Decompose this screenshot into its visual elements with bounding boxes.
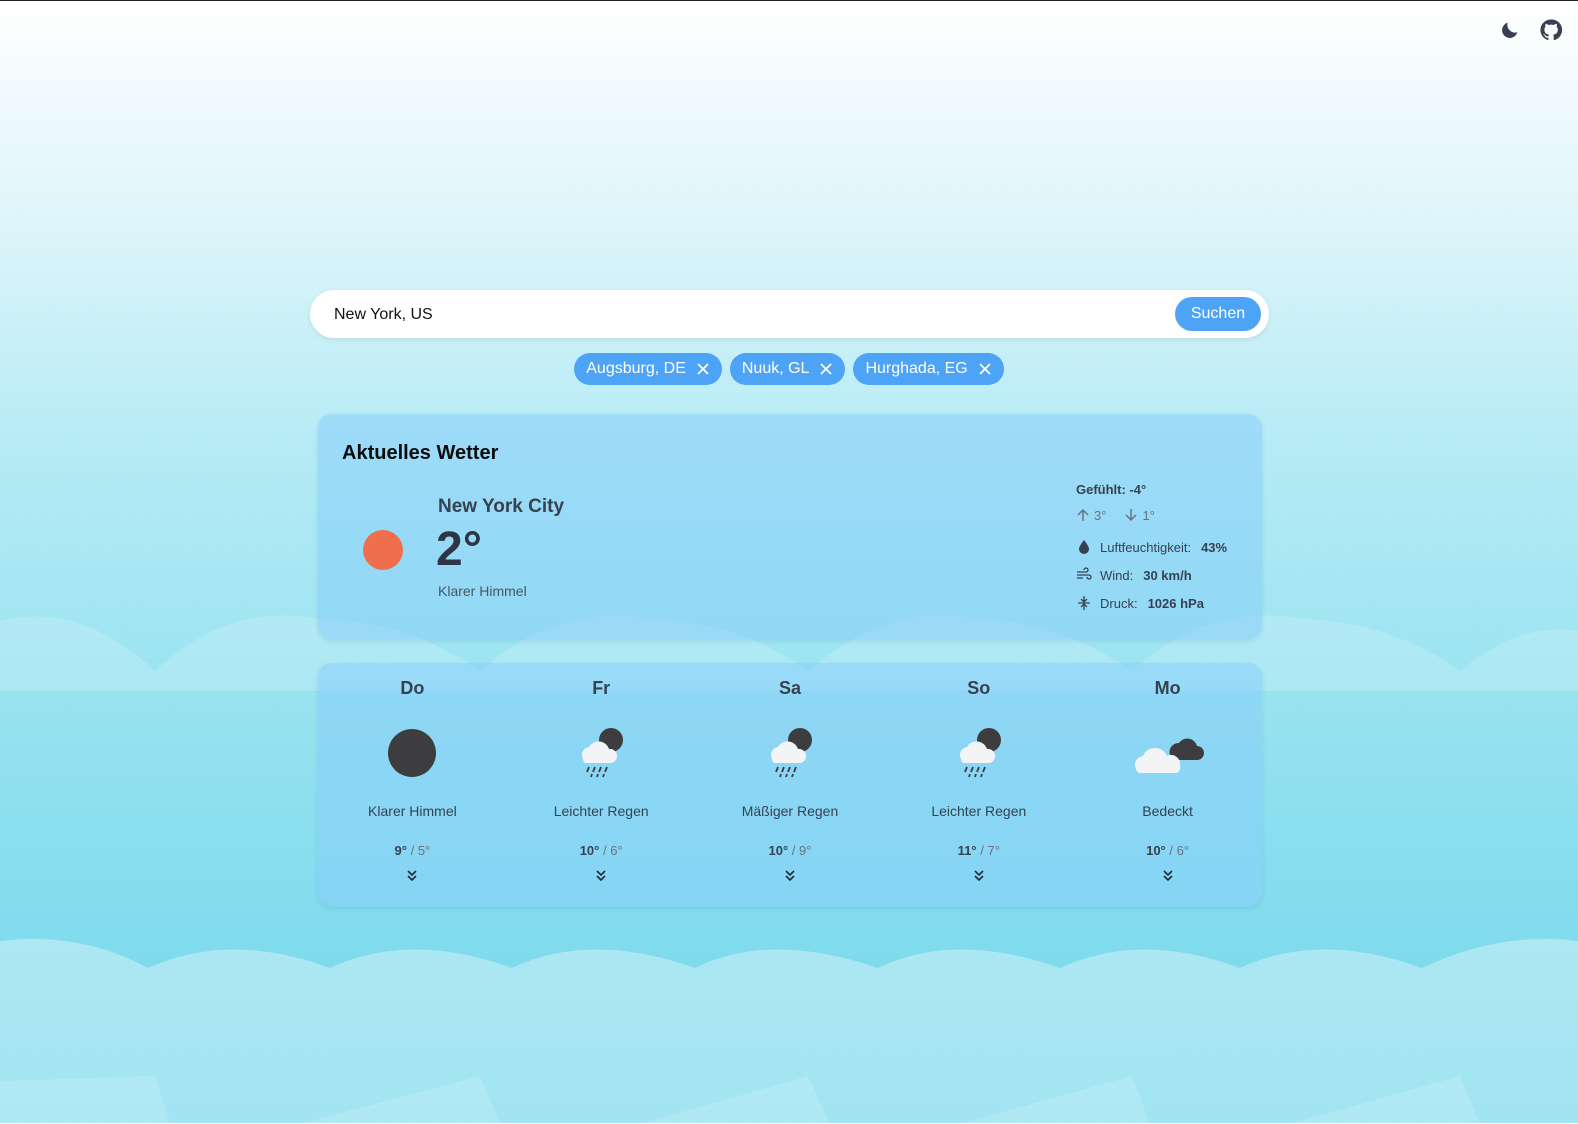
close-icon[interactable] bbox=[819, 362, 833, 376]
pressure-icon bbox=[1078, 596, 1090, 610]
weather-details: Gefühlt: -4° 3° 1° Luftfeuchtigkeit: 43%… bbox=[1076, 482, 1227, 617]
droplet-icon bbox=[1079, 540, 1089, 554]
chevron-double-down-icon bbox=[407, 870, 417, 882]
expand-day-button[interactable] bbox=[1073, 869, 1262, 883]
expand-day-button[interactable] bbox=[318, 869, 507, 883]
wind-value: 30 km/h bbox=[1143, 567, 1192, 583]
forecast-min: 5° bbox=[417, 843, 431, 858]
moon-icon bbox=[388, 729, 437, 777]
forecast-description: Klarer Himmel bbox=[368, 803, 457, 819]
theme-toggle-button[interactable] bbox=[1495, 15, 1525, 45]
forecast-card: Do Klarer Himmel 9° / 5° Fr Leichter Reg… bbox=[318, 663, 1262, 907]
forecast-day: Do Klarer Himmel 9° / 5° bbox=[318, 663, 507, 907]
wind-label: Wind: bbox=[1100, 567, 1134, 583]
search-button[interactable]: Suchen bbox=[1175, 297, 1261, 331]
github-link[interactable] bbox=[1536, 15, 1566, 45]
recent-chip-label: Hurghada, EG bbox=[865, 360, 968, 377]
forecast-description: Bedeckt bbox=[1142, 803, 1193, 819]
chevron-double-down-icon bbox=[785, 870, 795, 882]
recent-chip[interactable]: Hurghada, EG bbox=[853, 353, 1004, 385]
forecast-temps: 10° / 9° bbox=[768, 843, 812, 858]
forecast-day: So Leichter Regen 11° / 7° bbox=[884, 663, 1073, 907]
forecast-max: 10° bbox=[1146, 843, 1166, 858]
forecast-description: Mäßiger Regen bbox=[741, 803, 839, 819]
expand-day-button[interactable] bbox=[507, 869, 696, 883]
temp-low: 1° bbox=[1142, 507, 1155, 523]
rain-night-icon bbox=[582, 728, 624, 778]
arrow-down-icon bbox=[1125, 509, 1137, 522]
feels-like: Gefühlt: -4° bbox=[1076, 482, 1147, 497]
forecast-day-name: So bbox=[967, 678, 991, 698]
forecast-temps: 11° / 7° bbox=[957, 843, 1000, 858]
expand-day-button[interactable] bbox=[884, 869, 1073, 883]
forecast-min: 7° bbox=[987, 843, 1000, 858]
pressure-row: Druck: 1026 hPa bbox=[1076, 589, 1227, 617]
humidity-value: 43% bbox=[1201, 539, 1228, 555]
forecast-day: Sa Mäßiger Regen 10° / 9° bbox=[696, 663, 885, 907]
forecast-temps: 9° / 5° bbox=[394, 843, 431, 858]
humidity-label: Luftfeuchtigkeit: bbox=[1100, 539, 1192, 555]
rain-night-icon bbox=[770, 728, 812, 778]
forecast-max: 10° bbox=[768, 843, 789, 858]
forecast-max: 11° bbox=[957, 843, 977, 858]
search-input[interactable] bbox=[332, 290, 1156, 340]
forecast-day-name: Do bbox=[400, 678, 425, 698]
forecast-description: Leichter Regen bbox=[553, 803, 649, 819]
arrow-up-icon bbox=[1077, 508, 1089, 521]
chevron-double-down-icon bbox=[974, 870, 984, 882]
recent-chip-label: Nuuk, GL bbox=[741, 360, 810, 377]
forecast-day-name: Fr bbox=[592, 678, 611, 698]
humidity-row: Luftfeuchtigkeit: 43% bbox=[1076, 533, 1227, 561]
forecast-description: Leichter Regen bbox=[931, 803, 1027, 819]
wind-icon bbox=[1077, 567, 1092, 580]
expand-day-button[interactable] bbox=[696, 869, 885, 883]
rain-night-icon bbox=[959, 728, 1001, 778]
forecast-temps: 10° / 6° bbox=[579, 843, 623, 858]
recent-chip-label: Augsburg, DE bbox=[586, 360, 686, 377]
pressure-label: Druck: bbox=[1100, 595, 1138, 611]
recent-chip[interactable]: Nuuk, GL bbox=[729, 353, 846, 385]
github-icon bbox=[1540, 19, 1563, 41]
current-description: Klarer Himmel bbox=[438, 583, 527, 599]
chevron-double-down-icon bbox=[596, 870, 606, 882]
forecast-day: Mo Bedeckt 10° / 6° bbox=[1073, 663, 1262, 907]
forecast-min: 6° bbox=[1176, 843, 1190, 858]
forecast-min: 9° bbox=[799, 843, 812, 858]
forecast-max: 10° bbox=[579, 843, 600, 858]
search-bar: Suchen bbox=[310, 290, 1269, 340]
high-low: 3° 1° bbox=[1076, 505, 1227, 525]
current-temperature: 2° bbox=[436, 523, 482, 576]
wind-row: Wind: 30 km/h bbox=[1076, 561, 1227, 589]
background-wave-lower bbox=[0, 938, 1578, 1124]
close-icon[interactable] bbox=[696, 362, 710, 376]
forecast-max: 9° bbox=[394, 843, 407, 858]
forecast-temps: 10° / 6° bbox=[1146, 843, 1190, 858]
forecast-day-name: Mo bbox=[1154, 678, 1181, 698]
recent-searches: Augsburg, DE Nuuk, GL Hurghada, EG bbox=[0, 353, 1578, 385]
cloudy-icon bbox=[1134, 738, 1204, 773]
chevron-double-down-icon bbox=[1163, 870, 1173, 882]
sun-icon bbox=[363, 530, 403, 570]
forecast-day: Fr Leichter Regen 10° / 6° bbox=[507, 663, 696, 907]
temp-high: 3° bbox=[1094, 507, 1107, 523]
current-weather-title: Aktuelles Wetter bbox=[342, 442, 499, 464]
moon-icon bbox=[1502, 22, 1518, 38]
forecast-min: 6° bbox=[610, 843, 623, 858]
current-weather-card: Aktuelles Wetter New York City 2° Klarer… bbox=[318, 414, 1262, 639]
pressure-value: 1026 hPa bbox=[1147, 595, 1204, 611]
forecast-day-name: Sa bbox=[778, 678, 801, 698]
city-name: New York City bbox=[438, 496, 565, 517]
close-icon[interactable] bbox=[978, 362, 992, 376]
recent-chip[interactable]: Augsburg, DE bbox=[574, 353, 722, 385]
